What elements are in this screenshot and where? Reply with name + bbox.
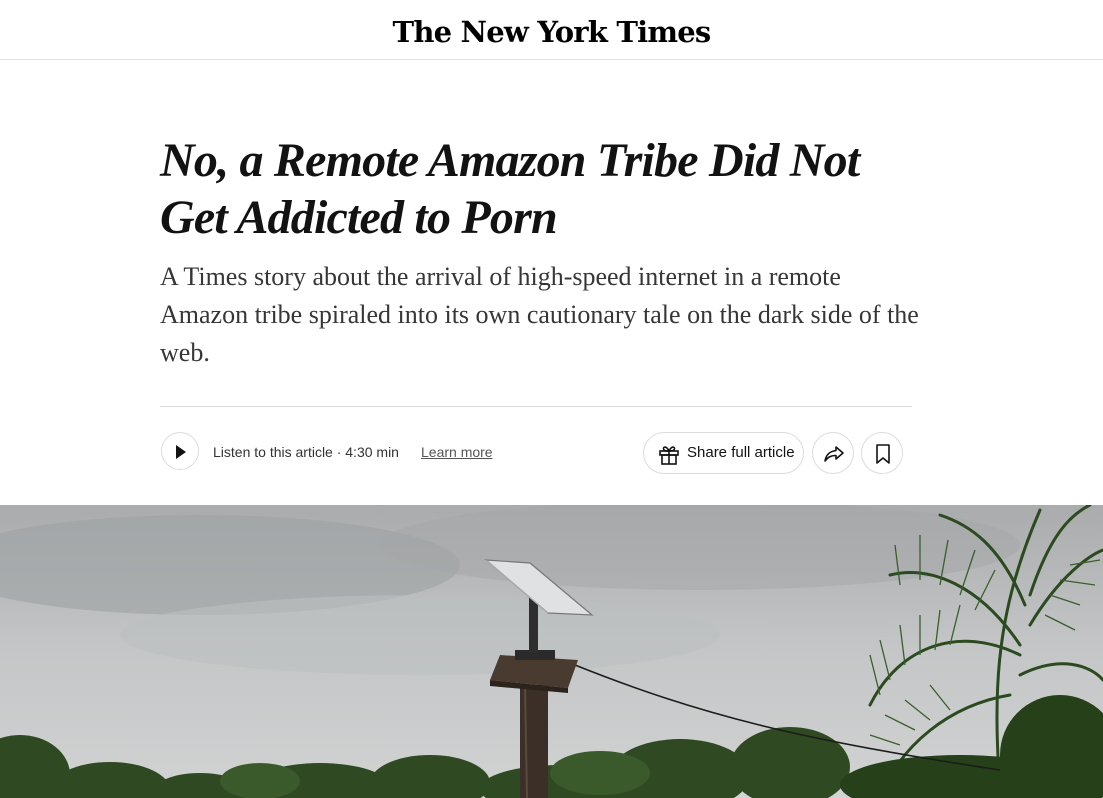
article-summary: A Times story about the arrival of high-… bbox=[160, 262, 919, 367]
share-arrow-icon bbox=[824, 446, 844, 462]
article-photo bbox=[0, 505, 1103, 798]
learn-more-link[interactable]: Learn more bbox=[421, 443, 493, 461]
save-bookmark-button[interactable] bbox=[861, 432, 903, 474]
share-button[interactable] bbox=[812, 432, 854, 474]
play-audio-button[interactable] bbox=[161, 432, 199, 470]
masthead: The New York Times bbox=[0, 0, 1103, 60]
divider bbox=[160, 406, 912, 407]
starlink-dish-photo bbox=[0, 505, 1103, 798]
listen-label: Listen to this article · 4:30 min bbox=[213, 444, 399, 460]
bookmark-icon bbox=[876, 444, 890, 464]
share-label: Share full article bbox=[687, 444, 795, 461]
article-headline: No, a Remote Amazon Tribe Did Not Get Ad… bbox=[160, 134, 860, 244]
gift-icon bbox=[659, 446, 679, 465]
play-icon bbox=[176, 445, 186, 459]
nyt-logo[interactable]: The New York Times bbox=[0, 14, 1103, 50]
share-full-article-button[interactable]: Share full article bbox=[643, 432, 804, 474]
